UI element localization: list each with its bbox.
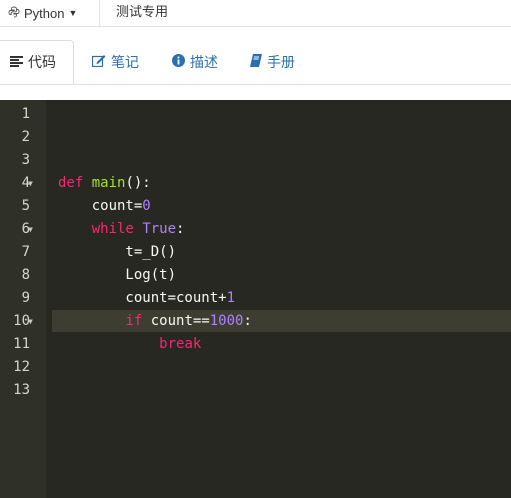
tab-description-label: 描述	[190, 54, 218, 70]
code-line: 10 ▼ if count==1000:	[0, 310, 511, 333]
code-line: 3	[0, 149, 511, 172]
code-text: if count==1000:	[125, 313, 252, 329]
code-line: 8 Log(t)	[0, 264, 511, 287]
code-line: 7 t=_D()	[0, 241, 511, 264]
line-number: 6	[21, 221, 30, 237]
line-number: 8	[21, 267, 30, 283]
line-number: 9	[21, 290, 30, 306]
language-dropdown[interactable]: Python ▼	[0, 0, 100, 26]
code-text: while True:	[91, 221, 185, 237]
top-bar: Python ▼ 测试专用	[0, 0, 511, 27]
tab-code[interactable]: 代码	[0, 40, 74, 84]
code-editor[interactable]: 1 2 3 4 ▼ def main(): 5 count=0 6 ▼ whil…	[0, 100, 511, 498]
code-line: 11 break	[0, 333, 511, 356]
code-line: 2	[0, 126, 511, 149]
line-number: 13	[13, 382, 30, 398]
tab-notes-label: 笔记	[111, 54, 139, 70]
code-line: 1	[0, 103, 511, 126]
code-line: 13	[0, 379, 511, 402]
code-line: 9 count=count+1	[0, 287, 511, 310]
tab-bar: 代码 笔记 描述 手册	[0, 27, 511, 85]
tab-notes[interactable]: 笔记	[82, 40, 149, 84]
code-text: break	[159, 336, 202, 352]
book-icon	[250, 54, 262, 70]
info-icon	[172, 54, 185, 70]
code-line: 5 count=0	[0, 195, 511, 218]
tab-manual-label: 手册	[267, 54, 295, 70]
code-text: count=count+1	[58, 290, 236, 306]
python-icon	[8, 6, 24, 21]
code-text: Log(t)	[58, 267, 177, 283]
code-text: count=0	[58, 198, 151, 214]
code-text: def main():	[58, 175, 151, 191]
code-line: 6 ▼ while True:	[0, 218, 511, 241]
line-number: 2	[21, 129, 30, 145]
line-number: 7	[21, 244, 30, 260]
code-text: t=_D()	[58, 244, 177, 260]
line-number: 4	[21, 175, 30, 191]
line-number: 1	[21, 106, 30, 122]
tab-description[interactable]: 描述	[162, 40, 228, 84]
fold-toggle-icon[interactable]: ▼	[28, 310, 33, 333]
tab-manual[interactable]: 手册	[240, 40, 305, 84]
caret-down-icon: ▼	[68, 8, 78, 18]
line-number: 11	[13, 336, 30, 352]
code-line: 12	[0, 356, 511, 379]
edit-icon	[91, 54, 106, 70]
language-label: Python	[24, 5, 65, 21]
tab-code-label: 代码	[28, 54, 56, 70]
line-number: 12	[13, 359, 30, 375]
line-number: 3	[21, 152, 30, 168]
code-line: 4 ▼ def main():	[0, 172, 511, 195]
line-number: 5	[21, 198, 30, 214]
align-left-icon	[10, 54, 23, 70]
fold-toggle-icon[interactable]: ▼	[28, 218, 33, 241]
fold-toggle-icon[interactable]: ▼	[28, 172, 33, 195]
test-only-link[interactable]: 测试专用	[116, 0, 168, 26]
line-number: 10	[13, 313, 30, 329]
